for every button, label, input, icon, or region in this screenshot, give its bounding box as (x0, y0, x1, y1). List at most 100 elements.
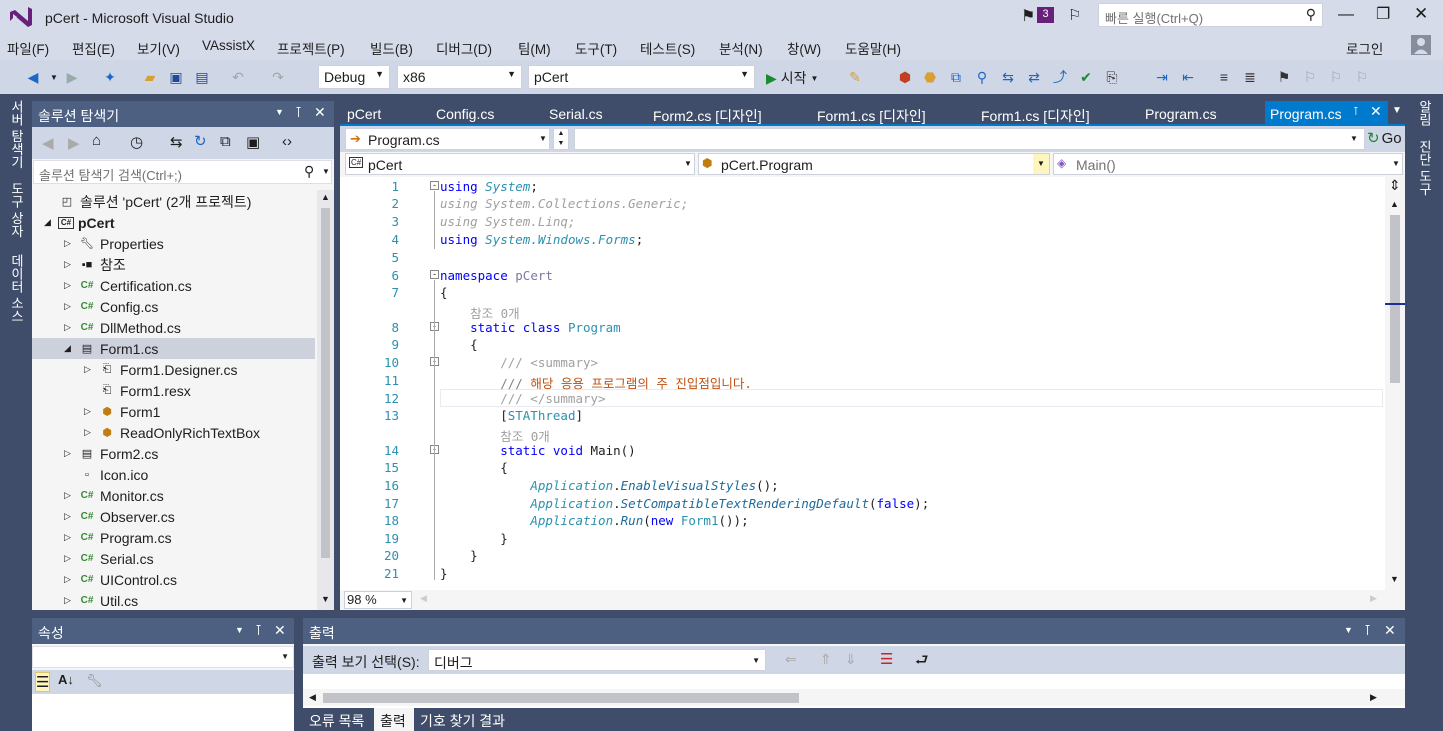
login-link[interactable]: 로그인 (1346, 38, 1383, 58)
menu-file[interactable]: 파일(F) (7, 38, 49, 58)
tree-item[interactable]: ▷ C# Program.cs (64, 527, 172, 548)
collapsed-triangle-icon[interactable]: ▷ (64, 574, 78, 585)
vtab-data-sources[interactable]: 데이터 소스 (7, 254, 26, 323)
scroll-down-icon[interactable]: ▼ (1390, 574, 1399, 584)
notification-count[interactable]: 3 (1037, 7, 1054, 23)
menu-debug[interactable]: 디버그(D) (436, 38, 492, 58)
tree-item[interactable]: ▷ C# UIControl.cs (64, 569, 177, 590)
pending-changes-icon[interactable]: ◷ (130, 133, 143, 151)
comment-icon[interactable]: ≡ (1214, 67, 1234, 87)
expanded-triangle-icon[interactable]: ◢ (44, 217, 58, 228)
tree-item[interactable]: ▷ ⬢ ReadOnlyRichTextBox (84, 422, 260, 443)
next-bookmark-icon[interactable]: ⚐ (1326, 67, 1346, 87)
collapse-icon[interactable]: - (430, 181, 439, 190)
next-message-icon[interactable]: ⇓ (845, 651, 857, 668)
tab-program-cs-active[interactable]: Program.cs ⊺ ✕ (1265, 101, 1388, 125)
maximize-button[interactable]: ❐ (1376, 4, 1390, 24)
expanded-triangle-icon[interactable]: ◢ (64, 343, 78, 354)
tree-item[interactable]: ▫ Icon.ico (64, 464, 148, 485)
tree-item[interactable]: ▷ 🔧︎ Properties (64, 233, 164, 254)
view-code-icon[interactable]: ‹› (282, 133, 292, 150)
scroll-left-icon[interactable]: ◀ (420, 593, 427, 604)
find-in-files-icon[interactable]: ✎ (845, 67, 865, 87)
collapsed-triangle-icon[interactable]: ▷ (64, 259, 78, 270)
menu-tools[interactable]: 도구(T) (575, 38, 617, 58)
tree-item[interactable]: ▷ C# Util.cs (64, 590, 138, 610)
tree-item[interactable]: ▷ C# DllMethod.cs (64, 317, 181, 338)
project-combo[interactable]: C# pCert ▼ (345, 153, 695, 175)
scroll-thumb[interactable] (1390, 215, 1400, 383)
output-text-area[interactable]: ◀ ▶ (303, 674, 1405, 708)
scroll-right-icon[interactable]: ▶ (1370, 692, 1377, 703)
tree-item[interactable]: ▷ ▤ Form2.cs (64, 443, 158, 464)
go-button[interactable]: ↻ Go (1367, 129, 1402, 148)
minimize-button[interactable]: — (1338, 6, 1354, 24)
go-to-source-icon[interactable]: ⇐ (785, 651, 797, 668)
output-source-select[interactable]: 디버그 ▼ (428, 649, 766, 671)
account-icon[interactable] (1411, 35, 1431, 55)
tree-item[interactable]: ⎗ Form1.resx (84, 380, 191, 401)
tree-item[interactable]: ▷ C# Serial.cs (64, 548, 154, 569)
scroll-up-icon[interactable]: ▲ (321, 192, 330, 202)
tree-item[interactable]: ◰ 솔루션 'pCert' (2개 프로젝트) (44, 191, 252, 212)
spellcheck-icon[interactable]: ✔ (1076, 67, 1096, 87)
collapsed-triangle-icon[interactable]: ▷ (64, 301, 78, 312)
notification-flag-icon[interactable]: ⚑ (1021, 6, 1035, 26)
vassist-icon-3[interactable]: ⧉ (946, 67, 966, 87)
menu-build[interactable]: 빌드(B) (370, 38, 413, 58)
scroll-down-icon[interactable]: ▼ (321, 594, 330, 604)
collapsed-triangle-icon[interactable]: ▷ (64, 490, 78, 501)
collapsed-triangle-icon[interactable]: ▷ (84, 364, 98, 375)
collapsed-triangle-icon[interactable]: ▷ (64, 238, 78, 249)
refresh-icon[interactable]: ↻ (194, 132, 207, 150)
vassist-icon-8[interactable]: ⎘ (1102, 67, 1122, 87)
show-all-files-icon[interactable]: ▣ (246, 133, 260, 151)
prev-message-icon[interactable]: ⇑ (820, 651, 832, 668)
scroll-up-icon[interactable]: ▲ (1390, 199, 1399, 209)
open-file-icon[interactable]: ▰ (140, 67, 160, 87)
property-pages-icon[interactable]: 🔧︎ (86, 673, 103, 689)
bookmark-icon[interactable]: ⚑ (1274, 67, 1294, 87)
menu-window[interactable]: 창(W) (787, 38, 821, 58)
vtab-diagnostic-tools[interactable]: 진단 도구 (1415, 140, 1434, 196)
uncomment-icon[interactable]: ≣ (1240, 67, 1260, 87)
outdent-icon[interactable]: ⇤ (1178, 67, 1198, 87)
close-tab-icon[interactable]: ✕ (1370, 103, 1382, 120)
vassist-icon-5[interactable]: ⇆ (998, 67, 1018, 87)
scroll-thumb[interactable] (323, 693, 799, 703)
tree-item[interactable]: ▷ ⬢ Form1 (84, 401, 160, 422)
menu-help[interactable]: 도움말(H) (845, 38, 901, 58)
pin-icon[interactable]: ⊺ (255, 622, 262, 639)
collapsed-triangle-icon[interactable]: ▷ (64, 448, 78, 459)
forward-icon[interactable]: ▶ (68, 134, 80, 152)
pin-icon[interactable]: ⊺ (1353, 105, 1359, 118)
vassist-icon-2[interactable]: ⬣ (920, 67, 940, 87)
vassist-icon-1[interactable]: ⬢ (895, 67, 915, 87)
categorized-icon[interactable]: ☰ (35, 672, 51, 692)
vtab-notifications[interactable]: 알림 (1415, 100, 1434, 126)
back-dropdown-icon[interactable]: ▼ (44, 67, 64, 87)
scroll-right-icon[interactable]: ▶ (1370, 593, 1377, 604)
vassist-icon-6[interactable]: ⇄ (1024, 67, 1044, 87)
collapsed-triangle-icon[interactable]: ▷ (64, 280, 78, 291)
close-panel-icon[interactable]: ✕ (314, 104, 326, 121)
tab-overflow-icon[interactable]: ▼ (1392, 105, 1402, 116)
vtab-toolbox[interactable]: 도구 상자 (7, 182, 26, 238)
sync-icon[interactable]: ⇆ (170, 133, 183, 151)
menu-vassistx[interactable]: VAssistX (202, 38, 255, 53)
close-button[interactable]: ✕ (1414, 4, 1428, 24)
tree-item[interactable]: ▷ C# Certification.cs (64, 275, 192, 296)
collapsed-triangle-icon[interactable]: ▷ (64, 322, 78, 333)
prev-bookmark-icon[interactable]: ⚐ (1300, 67, 1320, 87)
collapsed-triangle-icon[interactable]: ▷ (64, 532, 78, 543)
vassist-spinner[interactable]: ▲ ▼ (553, 128, 569, 150)
properties-object-select[interactable]: ▼ (32, 646, 294, 668)
search-options-icon[interactable]: ▼ (322, 167, 330, 176)
back-icon[interactable]: ◀ (42, 134, 54, 152)
vtab-server-explorer[interactable]: 서버 탐색기 (7, 100, 26, 169)
undo-icon[interactable]: ↶ (228, 67, 248, 87)
close-panel-icon[interactable]: ✕ (274, 622, 286, 639)
vassist-icon-4[interactable]: ⚲ (972, 67, 992, 87)
tree-item[interactable]: ◢ C# pCert (44, 212, 115, 233)
member-combo[interactable]: ◈ Main() ▼ (1053, 153, 1403, 175)
